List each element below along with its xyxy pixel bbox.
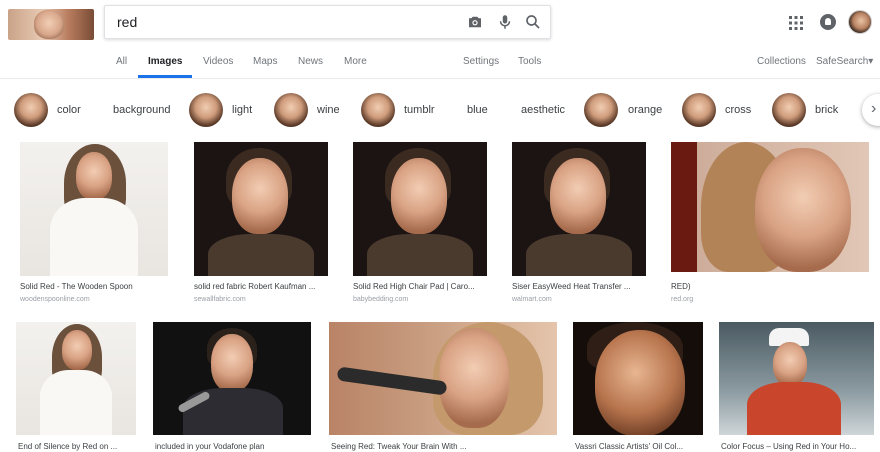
safesearch-link[interactable]: SafeSearch▾ xyxy=(816,52,873,76)
result-title[interactable]: Seeing Red: Tweak Your Brain With ... xyxy=(331,442,557,451)
result-title[interactable]: End of Silence by Red on ... xyxy=(18,442,136,451)
result-domain: red.org xyxy=(671,296,694,303)
result-thumbnail[interactable] xyxy=(329,322,557,435)
tab-all[interactable]: All xyxy=(116,52,127,76)
chip-thumbnail[interactable] xyxy=(361,93,395,127)
apps-icon[interactable] xyxy=(789,16,803,30)
search-icon[interactable] xyxy=(524,13,542,31)
result-title[interactable]: solid red fabric Robert Kaufman ... xyxy=(194,282,328,291)
result-domain: woodenspoonline.com xyxy=(20,296,90,303)
chip-thumbnail[interactable] xyxy=(14,93,48,127)
result-thumbnail[interactable] xyxy=(671,142,869,272)
image-result[interactable]: included in your Vodafone plan xyxy=(153,322,311,452)
chevron-right-icon: › xyxy=(871,100,877,117)
result-thumbnail[interactable] xyxy=(573,322,703,435)
result-thumbnail[interactable] xyxy=(153,322,311,435)
tab-images[interactable]: Images xyxy=(148,52,182,76)
result-thumbnail[interactable] xyxy=(20,142,168,276)
image-result[interactable]: solid red fabric Robert Kaufman ... sewa… xyxy=(194,142,328,307)
chip-light[interactable]: light xyxy=(232,104,252,116)
result-thumbnail[interactable] xyxy=(719,322,874,435)
image-result[interactable]: RED) red.org xyxy=(671,142,869,307)
settings-link[interactable]: Settings xyxy=(463,52,499,76)
chip-aesthetic[interactable]: aesthetic xyxy=(521,104,565,116)
result-thumbnail[interactable] xyxy=(194,142,328,276)
chip-thumbnail[interactable] xyxy=(274,93,308,127)
search-input[interactable] xyxy=(117,6,447,38)
chip-color[interactable]: color xyxy=(57,104,81,116)
divider xyxy=(0,78,880,79)
result-domain: babybedding.com xyxy=(353,296,409,303)
result-title[interactable]: Vassri Classic Artists' Oil Col... xyxy=(575,442,703,451)
image-result[interactable]: Vassri Classic Artists' Oil Col... xyxy=(573,322,703,452)
tab-maps[interactable]: Maps xyxy=(253,52,277,76)
chip-wine[interactable]: wine xyxy=(317,104,340,116)
search-box[interactable] xyxy=(104,5,551,39)
safesearch-label: SafeSearch xyxy=(816,56,869,67)
chip-thumbnail[interactable] xyxy=(772,93,806,127)
face-image xyxy=(34,10,64,39)
tab-videos[interactable]: Videos xyxy=(203,52,233,76)
chip-background[interactable]: background xyxy=(113,104,171,116)
tools-link[interactable]: Tools xyxy=(518,52,541,76)
chip-cross[interactable]: cross xyxy=(725,104,751,116)
chip-thumbnail[interactable] xyxy=(189,93,223,127)
result-thumbnail[interactable] xyxy=(353,142,487,276)
result-title[interactable]: Siser EasyWeed Heat Transfer ... xyxy=(512,282,646,291)
result-title[interactable]: Solid Red High Chair Pad | Caro... xyxy=(353,282,487,291)
related-searches: color background light wine tumblr blue … xyxy=(0,92,880,130)
camera-icon[interactable] xyxy=(466,13,484,31)
chip-tumblr[interactable]: tumblr xyxy=(404,104,435,116)
result-title[interactable]: RED) xyxy=(671,282,869,291)
result-domain: walmart.com xyxy=(512,296,552,303)
image-result[interactable]: End of Silence by Red on ... xyxy=(16,322,136,452)
notifications-icon[interactable] xyxy=(820,14,836,30)
chip-brick[interactable]: brick xyxy=(815,104,838,116)
chip-thumbnail[interactable] xyxy=(682,93,716,127)
result-thumbnail[interactable] xyxy=(16,322,136,435)
tab-more[interactable]: More xyxy=(344,52,367,76)
chip-thumbnail[interactable] xyxy=(584,93,618,127)
image-result[interactable]: Color Focus – Using Red in Your Ho... xyxy=(719,322,874,452)
collections-link[interactable]: Collections xyxy=(757,52,806,76)
result-title[interactable]: included in your Vodafone plan xyxy=(155,442,311,451)
result-thumbnail[interactable] xyxy=(512,142,646,276)
image-result[interactable]: Siser EasyWeed Heat Transfer ... walmart… xyxy=(512,142,646,307)
result-domain: sewallfabric.com xyxy=(194,296,246,303)
result-title[interactable]: Solid Red - The Wooden Spoon xyxy=(20,282,168,291)
avatar[interactable] xyxy=(848,10,872,34)
chevron-down-icon: ▾ xyxy=(868,56,874,67)
tab-news[interactable]: News xyxy=(298,52,323,76)
image-result[interactable]: Solid Red - The Wooden Spoon woodenspoon… xyxy=(20,142,168,307)
logo-thumbnail[interactable] xyxy=(8,9,94,40)
image-result[interactable]: Solid Red High Chair Pad | Caro... babyb… xyxy=(353,142,487,307)
tab-bar: All Images Videos Maps News More Setting… xyxy=(0,52,880,78)
mic-icon[interactable] xyxy=(496,13,514,31)
chip-blue[interactable]: blue xyxy=(467,104,488,116)
image-result[interactable]: Seeing Red: Tweak Your Brain With ... xyxy=(329,322,557,452)
result-title[interactable]: Color Focus – Using Red in Your Ho... xyxy=(721,442,873,451)
chip-orange[interactable]: orange xyxy=(628,104,662,116)
